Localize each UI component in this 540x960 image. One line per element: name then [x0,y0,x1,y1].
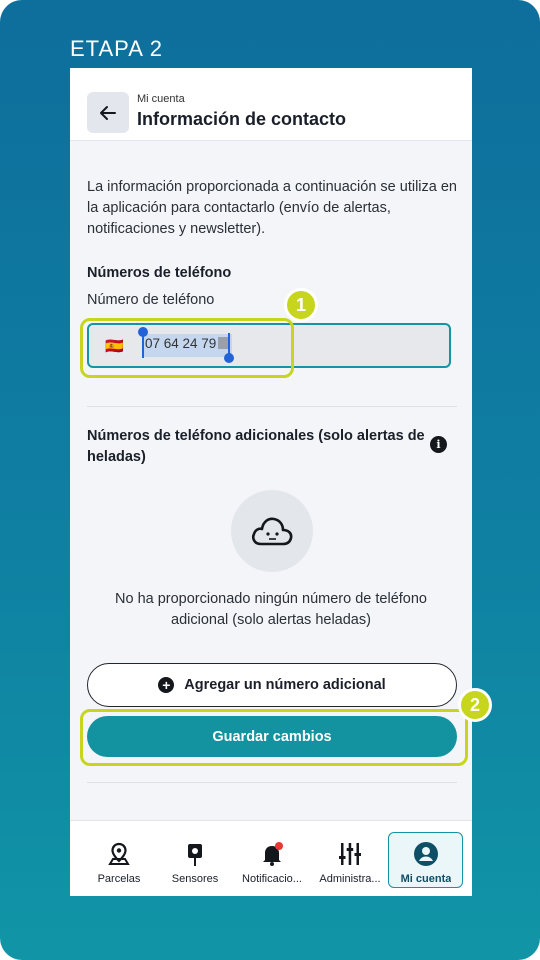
intro-text: La información proporcionada a continuac… [87,179,457,237]
page-title: Información de contacto [137,109,347,129]
nav-item-administracion[interactable]: Administra... [310,821,390,896]
map-pin-icon [108,842,130,865]
step2-highlight [80,709,468,766]
bottom-navigation: Parcelas Sensores Notificacio... Adminis… [70,820,472,896]
stage-label: ETAPA 2 [70,36,164,61]
step1-highlight [80,318,294,378]
nav-item-mi-cuenta[interactable]: Mi cuenta [386,821,466,896]
back-button[interactable] [87,92,129,133]
phone-screen: Mi cuenta Información de contacto La inf… [70,68,472,896]
empty-state-text: No ha proporcionado ningún número de tel… [115,591,427,628]
plus-icon: + [158,677,175,693]
step2-badge: 2 [458,688,492,722]
add-number-label: Agregar un número adicional [184,677,386,693]
nav-item-parcelas[interactable]: Parcelas [79,821,159,896]
nav-label-parcelas: Parcelas [97,873,141,885]
empty-state-illustration [231,490,313,572]
phone-field-label: Número de teléfono [87,292,215,308]
nav-label-sensores: Sensores [171,873,219,885]
app-header: Mi cuenta Información de contacto [70,68,472,141]
nav-item-sensores[interactable]: Sensores [155,821,235,896]
nav-item-notificaciones[interactable]: Notificacio... [232,821,312,896]
sliders-icon [339,843,361,865]
account-icon [414,842,438,866]
additional-section-title: Números de teléfono adicionales (solo al… [87,428,425,465]
phone-section-title: Números de teléfono [87,265,232,281]
section-divider [87,406,457,407]
sensor-icon [188,844,202,866]
arrow-left-icon [100,105,116,120]
nav-label-administracion: Administra... [319,873,381,885]
nav-label-notificaciones: Notificacio... [242,873,302,885]
step1-badge: 1 [284,288,318,322]
add-number-button[interactable]: + Agregar un número adicional [87,663,457,707]
nav-label-mi-cuenta: Mi cuenta [400,873,452,885]
bell-icon [263,842,283,866]
breadcrumb: Mi cuenta [137,93,185,105]
cloud-icon [251,517,293,546]
info-icon[interactable]: i [430,436,447,453]
tutorial-frame: ETAPA 2 Mi cuenta Información de contact… [0,0,540,960]
bottom-divider [87,782,457,783]
